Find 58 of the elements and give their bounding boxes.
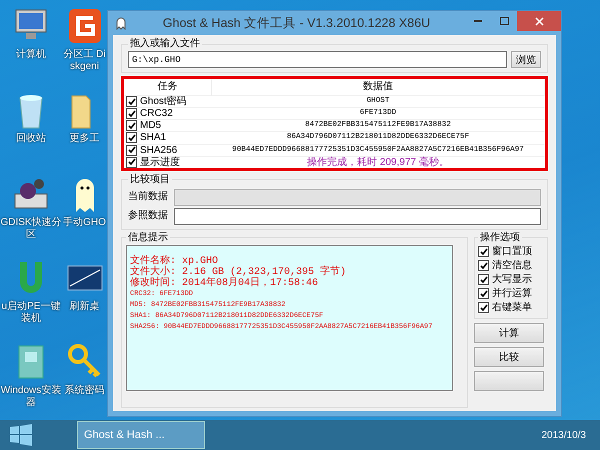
- desktop-icon-label[interactable]: u启动PE一键装机: [0, 301, 62, 325]
- windows-start-icon[interactable]: [10, 424, 32, 446]
- checkbox[interactable]: [126, 108, 137, 120]
- value-cell: 操作完成，耗时 209,977 毫秒。: [212, 156, 544, 168]
- close-icon: [534, 16, 544, 26]
- checkbox[interactable]: [478, 288, 489, 300]
- desktop-icon-label[interactable]: Windows安装器: [0, 385, 62, 409]
- window-title: Ghost & Hash 文件工具 - V1.3.2010.1228 X86U: [162, 14, 432, 32]
- desktop-icon-label[interactable]: 刷新桌: [62, 301, 107, 313]
- browse-button[interactable]: 浏览: [511, 51, 541, 68]
- option-label: 右键菜单: [492, 300, 532, 315]
- desktop-icon-label[interactable]: 更多工: [62, 133, 107, 145]
- info-line: 文件名称: xp.GHO: [130, 256, 220, 267]
- group-legend: 比较项目: [128, 174, 172, 186]
- ghost-icon: [114, 16, 128, 30]
- option-label: 大写显示: [492, 272, 532, 287]
- group-legend: 信息提示: [126, 232, 170, 244]
- minimize-icon: [474, 20, 482, 22]
- close-button[interactable]: [517, 11, 561, 31]
- file-path-field[interactable]: G:\xp.GHO: [128, 51, 507, 68]
- desktop-icon-label[interactable]: 分区工 Diskgeni: [62, 49, 107, 73]
- column-header[interactable]: 数据值: [212, 79, 544, 96]
- task-label: MD5: [140, 120, 162, 132]
- action-button[interactable]: 计算: [474, 322, 544, 343]
- field-label: 当前数据: [128, 191, 169, 204]
- desktop-icon-label[interactable]: GDISK快速分区: [0, 217, 62, 241]
- checkbox[interactable]: [478, 274, 489, 286]
- checkbox[interactable]: [126, 120, 137, 132]
- option-label: 窗口置顶: [492, 244, 532, 259]
- checkbox[interactable]: [478, 246, 489, 258]
- checkbox[interactable]: [478, 260, 489, 272]
- desktop-icon-label[interactable]: 计算机: [0, 49, 62, 61]
- group-legend: 拖入或输入文件: [128, 38, 202, 50]
- option-label: 并行运算: [492, 286, 532, 301]
- maximize-icon: [500, 17, 508, 25]
- checkbox[interactable]: [126, 132, 137, 144]
- taskbar-task-button[interactable]: Ghost & Hash ...: [77, 421, 205, 449]
- group-legend: 操作选项: [478, 232, 522, 244]
- info-line: 文件大小: 2.16 GB (2,323,170,395 字节): [130, 266, 348, 278]
- action-button[interactable]: 比较: [474, 346, 544, 367]
- checkbox[interactable]: [126, 96, 137, 107]
- desktop-icon-label[interactable]: 系统密码: [62, 385, 107, 397]
- data-field[interactable]: [174, 208, 541, 225]
- task-label: 显示进度: [140, 156, 180, 168]
- info-line: 修改时间: 2014年08月04日，17:58:46: [130, 278, 320, 289]
- task-label: SHA1: [140, 132, 166, 144]
- task-label: SHA256: [140, 144, 178, 156]
- checkbox[interactable]: [126, 156, 137, 168]
- checkbox[interactable]: [478, 302, 489, 314]
- desktop-icon-label[interactable]: 手动GHO: [62, 217, 107, 229]
- checkbox[interactable]: [126, 144, 137, 156]
- info-text-area[interactable]: [126, 244, 453, 391]
- task-label: Ghost密码: [140, 96, 187, 108]
- field-label: 参照数据: [128, 210, 169, 222]
- desktop-icon-label[interactable]: 回收站: [0, 133, 62, 145]
- option-label: 清空信息: [492, 258, 532, 273]
- task-label: CRC32: [140, 108, 173, 120]
- tray-date: 2013/10/3: [542, 430, 586, 440]
